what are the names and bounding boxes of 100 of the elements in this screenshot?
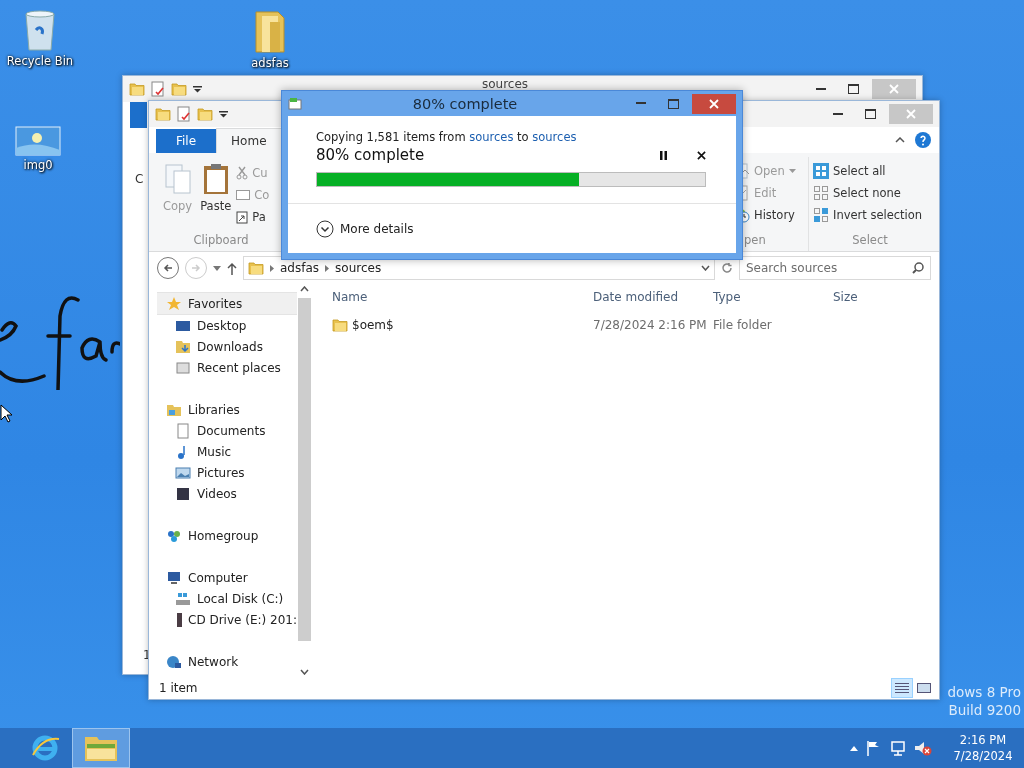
pictures-icon [175, 464, 191, 481]
nav-item[interactable]: Local Disk (C:) [157, 588, 297, 609]
ribbon-tab[interactable]: File [156, 129, 217, 153]
status-text: 1 item [159, 681, 199, 695]
pause-icon[interactable] [660, 150, 667, 160]
ribbon-text: C [135, 172, 144, 186]
folder-icon [332, 318, 348, 332]
nav-item[interactable]: Recent places [157, 357, 297, 378]
list-icon [895, 682, 909, 694]
table-cell-text: 7/28/2024 2:16 PM [593, 318, 708, 332]
cancel-icon[interactable] [697, 150, 706, 160]
ribbon-button[interactable]: Invert selection [813, 205, 927, 225]
nav-item[interactable]: CD Drive (E:) 201: [157, 609, 297, 630]
chevron-icon [270, 264, 274, 272]
nav-item[interactable]: Network [157, 651, 297, 672]
scrollbar[interactable] [297, 284, 312, 677]
folder-icon[interactable] [252, 8, 288, 54]
more-details-button[interactable]: More details [316, 219, 414, 238]
search-icon[interactable] [912, 262, 924, 274]
refresh-icon[interactable] [721, 262, 733, 274]
column-header[interactable]: Size [833, 290, 913, 304]
breadcrumb[interactable]: adsfas [280, 261, 320, 275]
minimize-icon[interactable] [816, 87, 826, 91]
scroll-up-icon[interactable] [300, 286, 309, 292]
table-cell-text: File folder [713, 318, 773, 332]
nav-item[interactable]: Music [157, 441, 297, 462]
folder-link[interactable]: sources [532, 130, 577, 144]
progress-text: 80% complete [316, 146, 426, 164]
select-none-icon [813, 185, 829, 201]
chevron-icon [325, 264, 330, 272]
properties-icon[interactable] [177, 106, 191, 122]
folder-icon [129, 82, 145, 96]
select-all-icon [813, 163, 829, 179]
cursor-icon [0, 404, 12, 423]
help-icon[interactable] [915, 132, 931, 148]
nav-item[interactable]: Libraries [157, 399, 297, 420]
shortcut-icon [236, 210, 249, 224]
dropdown-icon[interactable] [219, 110, 228, 118]
image-icon[interactable] [15, 126, 61, 156]
breadcrumb[interactable]: sources [335, 261, 382, 275]
ribbon-button[interactable]: Select all [813, 161, 927, 181]
computer-icon [166, 569, 182, 586]
folder-icon [248, 261, 264, 275]
nav-item[interactable]: Computer [157, 567, 297, 588]
show-hidden-icons[interactable] [850, 745, 858, 751]
back-arrow-icon [163, 263, 173, 273]
nav-item[interactable]: Favorites [157, 292, 297, 315]
maximize-icon[interactable] [864, 109, 876, 119]
column-header[interactable]: Type [713, 290, 833, 304]
dropdown-icon[interactable] [701, 265, 710, 271]
maximize-icon[interactable] [847, 84, 859, 94]
ribbon-button[interactable]: Paste [197, 161, 235, 233]
disk-icon [175, 590, 191, 607]
details-view-button[interactable] [891, 678, 913, 698]
folder-icon [155, 107, 171, 121]
close-button[interactable] [692, 93, 736, 114]
group-label: pen [743, 233, 767, 249]
browser-icon [30, 733, 60, 763]
ribbon-tab[interactable]: Home [216, 128, 282, 153]
nav-item[interactable]: Downloads [157, 336, 297, 357]
copy-message: Copying 1,581 items from sources to sources [315, 129, 578, 144]
column-header[interactable]: Name [332, 290, 593, 304]
group-label: Clipboard [192, 233, 250, 249]
nav-item[interactable]: Videos [157, 483, 297, 504]
downloads-icon [175, 338, 191, 355]
maximize-icon[interactable] [667, 98, 679, 109]
copy-icon [288, 97, 302, 110]
network-icon[interactable] [890, 740, 906, 756]
clock-date[interactable]: 7/28/2024 [953, 749, 1013, 763]
window-title: sources [480, 77, 530, 91]
recent-locations-icon[interactable] [213, 265, 221, 271]
star-icon [166, 295, 182, 312]
scroll-down-icon[interactable] [300, 669, 309, 675]
caret-icon [788, 169, 796, 173]
file-name[interactable]: $oem$ [332, 318, 593, 332]
recent-icon [175, 359, 191, 376]
collapse-ribbon-icon[interactable] [895, 137, 905, 143]
new-folder-icon [171, 82, 187, 96]
ribbon-button[interactable]: Select none [813, 183, 927, 203]
recycle-bin-icon[interactable] [22, 8, 58, 52]
clock-time[interactable]: 2:16 PM [959, 733, 1007, 747]
column-header[interactable]: Date modified [593, 290, 713, 304]
close-icon[interactable] [709, 98, 719, 109]
speaker-icon[interactable] [914, 740, 932, 756]
edition-text: Build 9200 [948, 702, 1021, 718]
dropdown-icon[interactable] [193, 85, 202, 93]
nav-item[interactable]: Homegroup [157, 525, 297, 546]
minimize-icon[interactable] [833, 112, 843, 116]
nav-item[interactable]: Pictures [157, 462, 297, 483]
folder-link[interactable]: sources [469, 130, 514, 144]
ribbon-button[interactable]: Pa [236, 207, 270, 227]
clipboard-icon [201, 163, 230, 195]
properties-icon[interactable] [151, 81, 165, 97]
edition-text: dows 8 Pro [947, 684, 1021, 700]
up-arrow-icon[interactable] [227, 261, 237, 275]
window-title: 80% complete [411, 95, 519, 112]
nav-item[interactable]: Desktop [157, 315, 297, 336]
search-field[interactable]: Search sources [739, 256, 931, 280]
nav-item[interactable]: Documents [157, 420, 297, 441]
expand-icon [316, 219, 334, 238]
